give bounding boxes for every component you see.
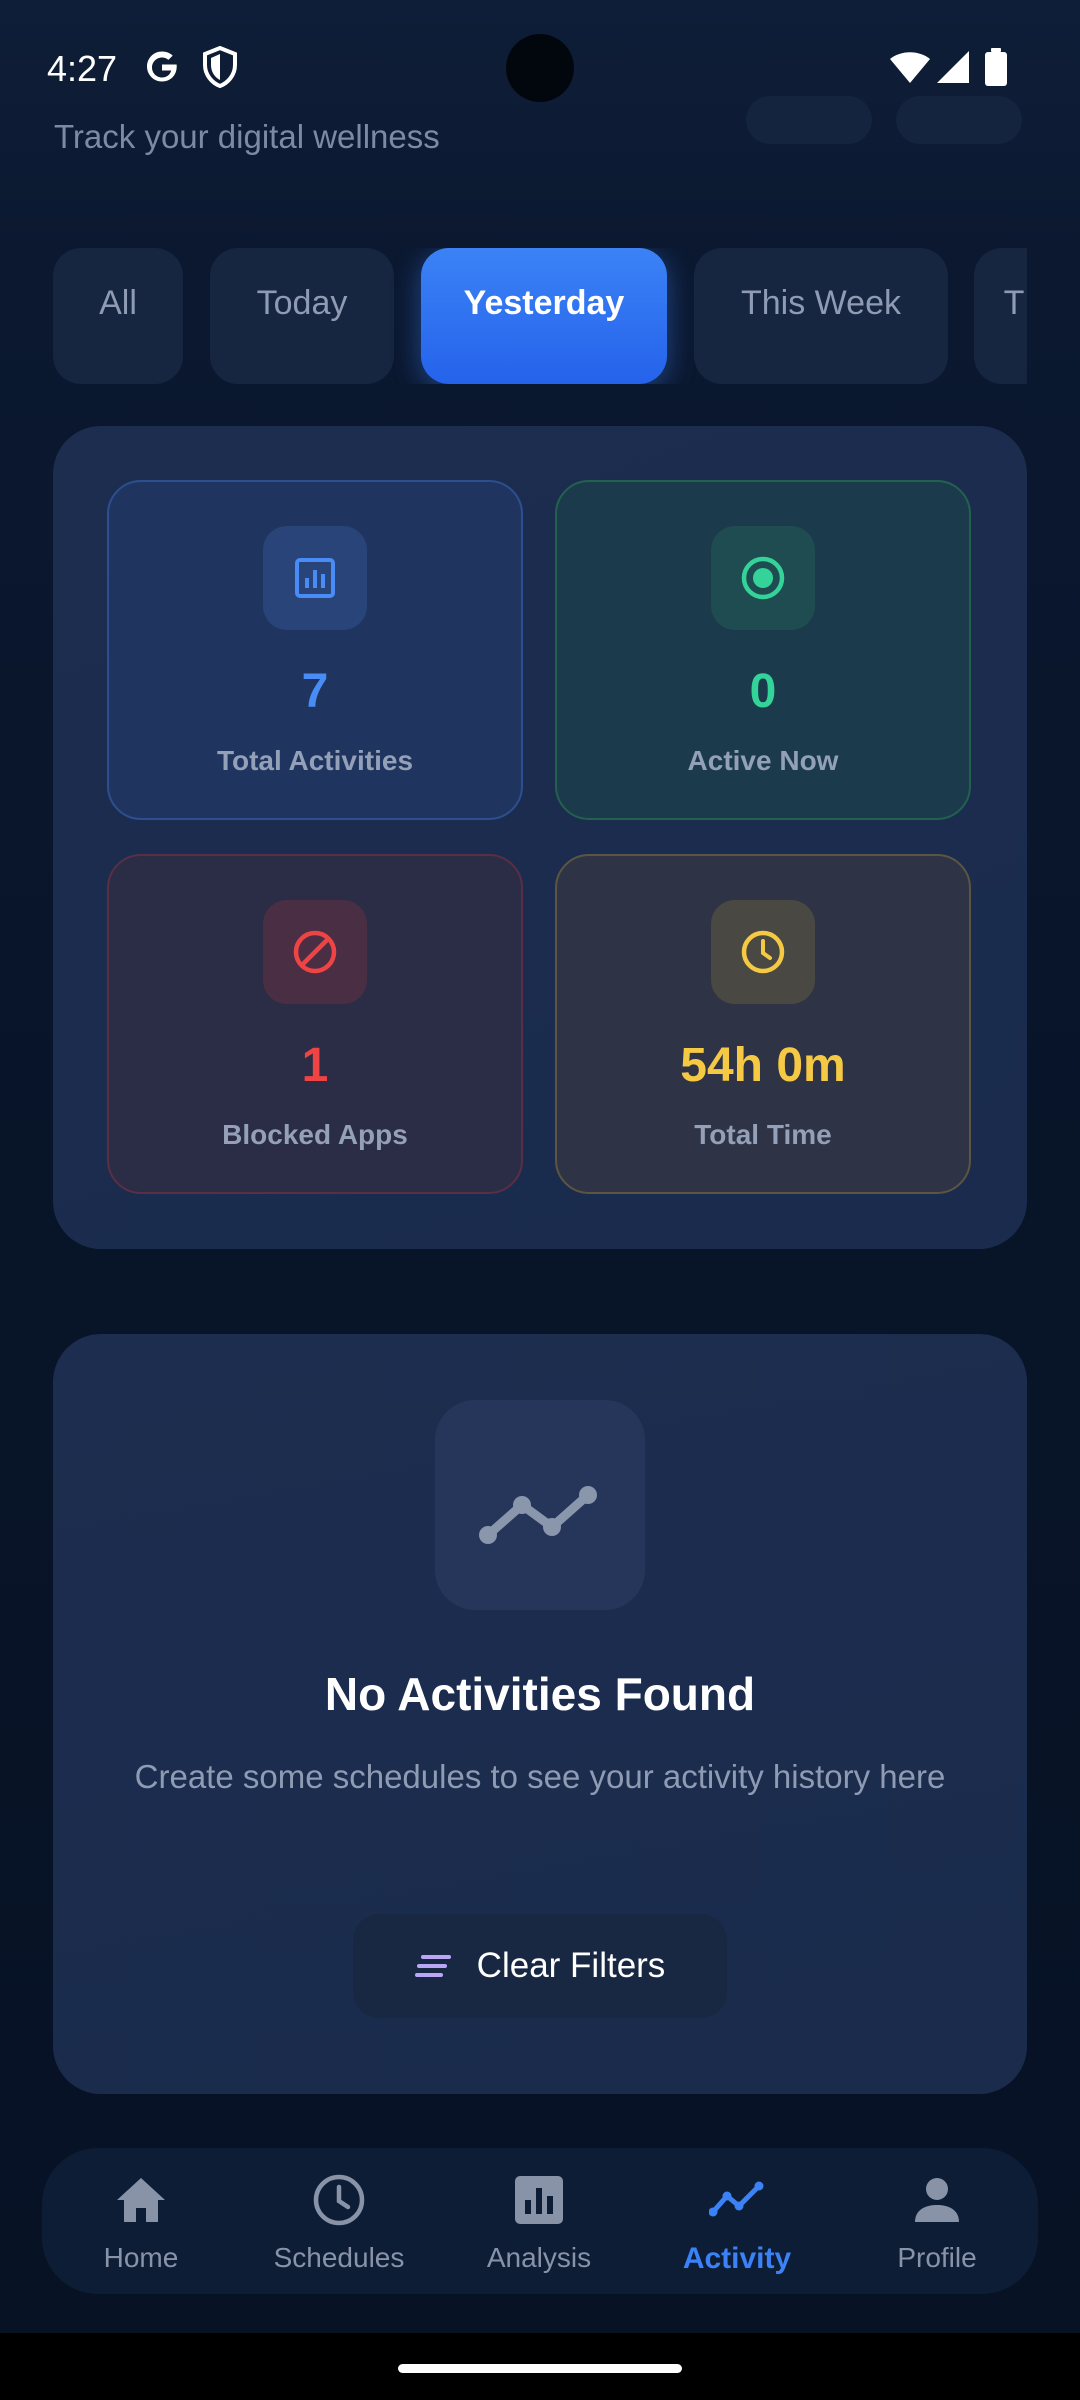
- nav-label: Activity: [682, 2242, 792, 2275]
- stat-value: 0: [749, 665, 777, 718]
- nav-item-home[interactable]: Home: [46, 2148, 236, 2294]
- nav-item-analysis[interactable]: Analysis: [444, 2148, 634, 2294]
- block-icon: [293, 930, 337, 974]
- status-bar: 4:27: [0, 0, 1080, 136]
- filter-lines-icon: [414, 1955, 451, 1977]
- filter-chip-label: Yesterday: [463, 284, 625, 322]
- filter-chips: All Today Yesterday This Week T: [53, 248, 1027, 384]
- stat-label: Total Time: [694, 1119, 832, 1150]
- nav-item-schedules[interactable]: Schedules: [244, 2148, 434, 2294]
- stat-label: Blocked Apps: [222, 1119, 408, 1150]
- nav-item-profile[interactable]: Profile: [842, 2148, 1032, 2294]
- trending-line-icon: [479, 1486, 597, 1544]
- schedule-clock-icon: [313, 2174, 365, 2226]
- bottom-navigation: Home Schedules Analysis Activity Profile: [42, 2148, 1038, 2294]
- home-indicator[interactable]: [398, 2364, 682, 2373]
- filter-chip-next[interactable]: T: [974, 248, 1027, 384]
- filter-chip-yesterday[interactable]: Yesterday: [421, 248, 667, 384]
- stat-card-total-time: 54h 0m Total Time: [555, 854, 971, 1194]
- clock-icon: [741, 930, 785, 974]
- filter-chip-label: Today: [256, 284, 348, 322]
- shield-icon: [203, 46, 237, 88]
- camera-cutout: [506, 34, 574, 102]
- clear-filters-button[interactable]: Clear Filters: [353, 1914, 727, 2018]
- empty-state-panel: No Activities Found Create some schedule…: [53, 1334, 1027, 2094]
- clear-filters-label: Clear Filters: [476, 1946, 666, 1985]
- nav-label: Home: [103, 2242, 179, 2273]
- person-icon: [915, 2178, 959, 2222]
- bar-chart-icon: [295, 558, 335, 598]
- stat-card-blocked-apps: 1 Blocked Apps: [107, 854, 523, 1194]
- activity-screen: 4:27 Track your digital wellness All Tod…: [0, 0, 1080, 2333]
- wifi-icon: [890, 52, 930, 83]
- status-time: 4:27: [47, 48, 118, 89]
- home-icon: [117, 2178, 165, 2222]
- filter-chip-today[interactable]: Today: [210, 248, 394, 384]
- stats-panel: 7 Total Activities 0 Active Now 1 Blocke: [53, 426, 1027, 1249]
- stat-value: 7: [301, 665, 329, 718]
- stat-label: Total Activities: [216, 745, 414, 776]
- filter-chip-all[interactable]: All: [53, 248, 183, 384]
- signal-icon: [937, 51, 969, 83]
- nav-label: Analysis: [486, 2242, 592, 2273]
- nav-label: Schedules: [273, 2242, 405, 2273]
- stat-card-active-now: 0 Active Now: [555, 480, 971, 820]
- google-icon: [147, 51, 178, 82]
- stat-card-total-activities: 7 Total Activities: [107, 480, 523, 820]
- empty-state-description: Create some schedules to see your activi…: [134, 1758, 946, 1795]
- radio-button-icon: [741, 556, 785, 600]
- nav-item-activity[interactable]: Activity: [642, 2148, 832, 2294]
- filter-chip-label: All: [99, 284, 137, 322]
- analytics-icon: [515, 2176, 563, 2224]
- stat-label: Active Now: [687, 745, 839, 776]
- nav-label: Profile: [897, 2242, 977, 2273]
- empty-state-title: No Activities Found: [324, 1668, 756, 1720]
- filter-chip-label: T: [1003, 284, 1025, 322]
- battery-icon: [985, 48, 1007, 86]
- filter-chip-label: This Week: [741, 284, 901, 322]
- stat-value: 54h 0m: [680, 1039, 846, 1092]
- stat-value: 1: [301, 1039, 329, 1092]
- activity-line-icon: [709, 2181, 764, 2217]
- filter-chip-this-week[interactable]: This Week: [694, 248, 948, 384]
